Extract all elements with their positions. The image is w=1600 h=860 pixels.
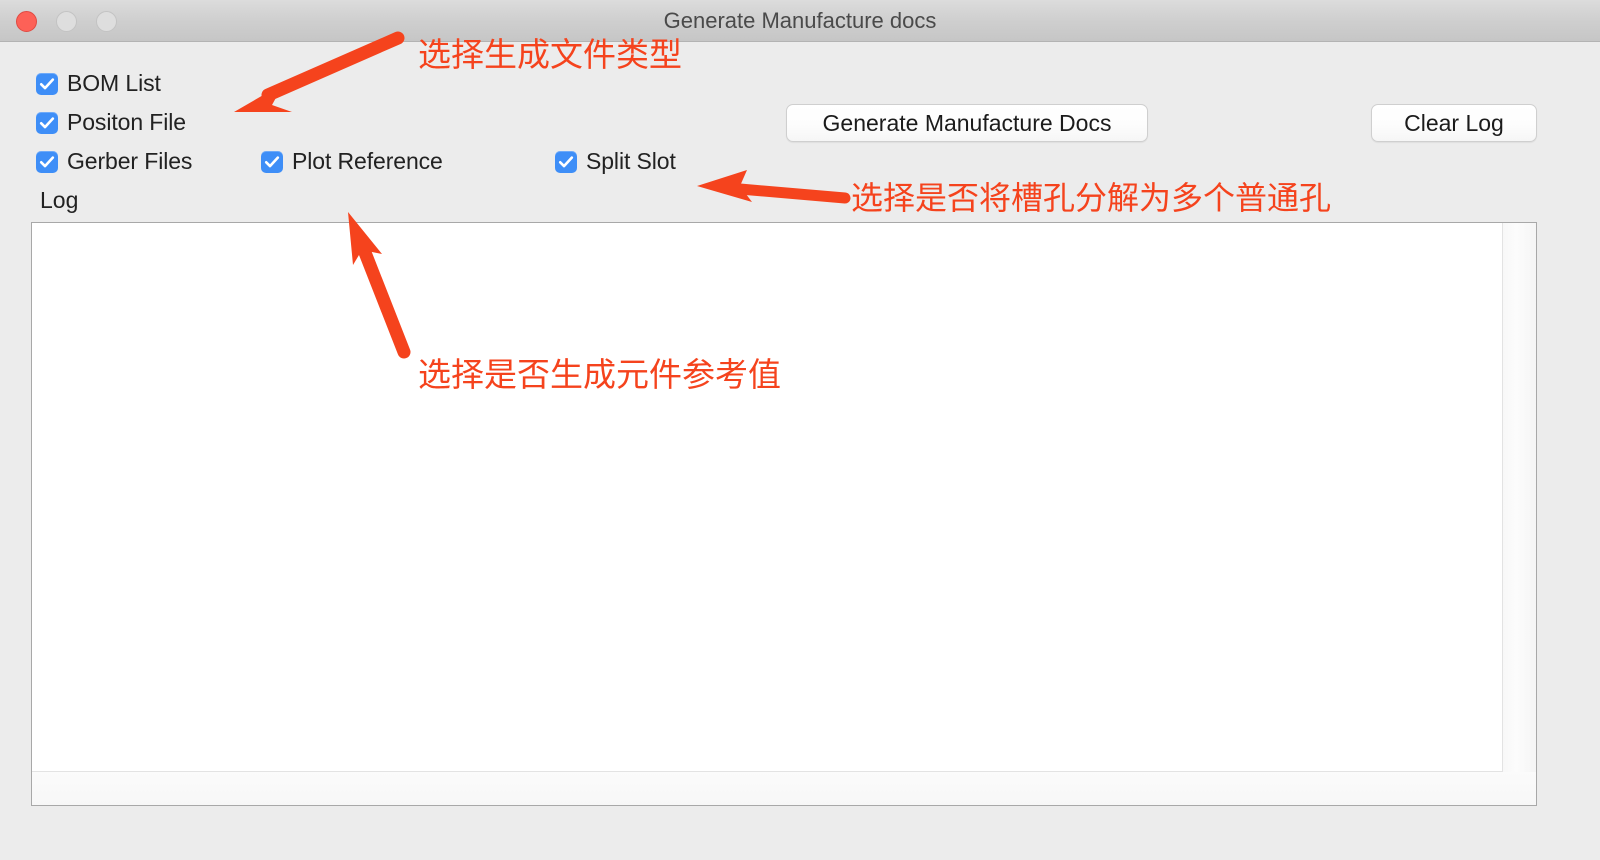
annotation-arrow-file-types bbox=[234, 31, 405, 112]
checkmark-icon bbox=[558, 155, 574, 167]
annotation-text-split-slot: 选择是否将槽孔分解为多个普通孔 bbox=[851, 180, 1332, 216]
checkbox-label: Gerber Files bbox=[67, 148, 193, 174]
checkbox-position-file[interactable]: Positon File bbox=[36, 109, 186, 136]
checkmark-icon bbox=[39, 155, 55, 167]
checkbox-label: Split Slot bbox=[586, 148, 676, 174]
log-textarea[interactable] bbox=[32, 223, 1503, 772]
annotation-text-plot-reference: 选择是否生成元件参考值 bbox=[418, 356, 781, 393]
checkbox-label: BOM List bbox=[67, 70, 161, 96]
annotation-arrow-split-slot bbox=[697, 170, 851, 204]
log-horizontal-scrollbar[interactable] bbox=[32, 772, 1536, 805]
title-bar: Generate Manufacture docs bbox=[0, 0, 1600, 42]
window-title: Generate Manufacture docs bbox=[663, 8, 937, 33]
checkbox-label: Positon File bbox=[67, 109, 186, 135]
log-panel bbox=[31, 222, 1537, 806]
log-section-label: Log bbox=[40, 187, 79, 213]
checkmark-icon bbox=[264, 155, 280, 167]
checkbox-box[interactable] bbox=[555, 150, 577, 173]
checkmark-icon bbox=[39, 77, 55, 89]
checkbox-box[interactable] bbox=[36, 150, 58, 173]
checkmark-icon bbox=[39, 116, 55, 128]
checkbox-box[interactable] bbox=[36, 72, 58, 95]
log-vertical-scrollbar[interactable] bbox=[1503, 223, 1536, 772]
checkbox-gerber-files[interactable]: Gerber Files bbox=[36, 148, 192, 175]
checkbox-plot-reference[interactable]: Plot Reference bbox=[261, 148, 443, 175]
app-window: Generate Manufacture docs BOM List Posit… bbox=[0, 0, 1600, 860]
checkbox-box[interactable] bbox=[261, 150, 283, 173]
annotation-text-file-types: 选择生成文件类型 bbox=[418, 36, 682, 73]
checkbox-bom-list[interactable]: BOM List bbox=[36, 70, 161, 97]
clear-log-button[interactable]: Clear Log bbox=[1371, 104, 1537, 142]
checkbox-box[interactable] bbox=[36, 111, 58, 134]
checkbox-label: Plot Reference bbox=[292, 148, 443, 174]
generate-manufacture-docs-button[interactable]: Generate Manufacture Docs bbox=[786, 104, 1148, 142]
checkbox-split-slot[interactable]: Split Slot bbox=[555, 148, 676, 175]
